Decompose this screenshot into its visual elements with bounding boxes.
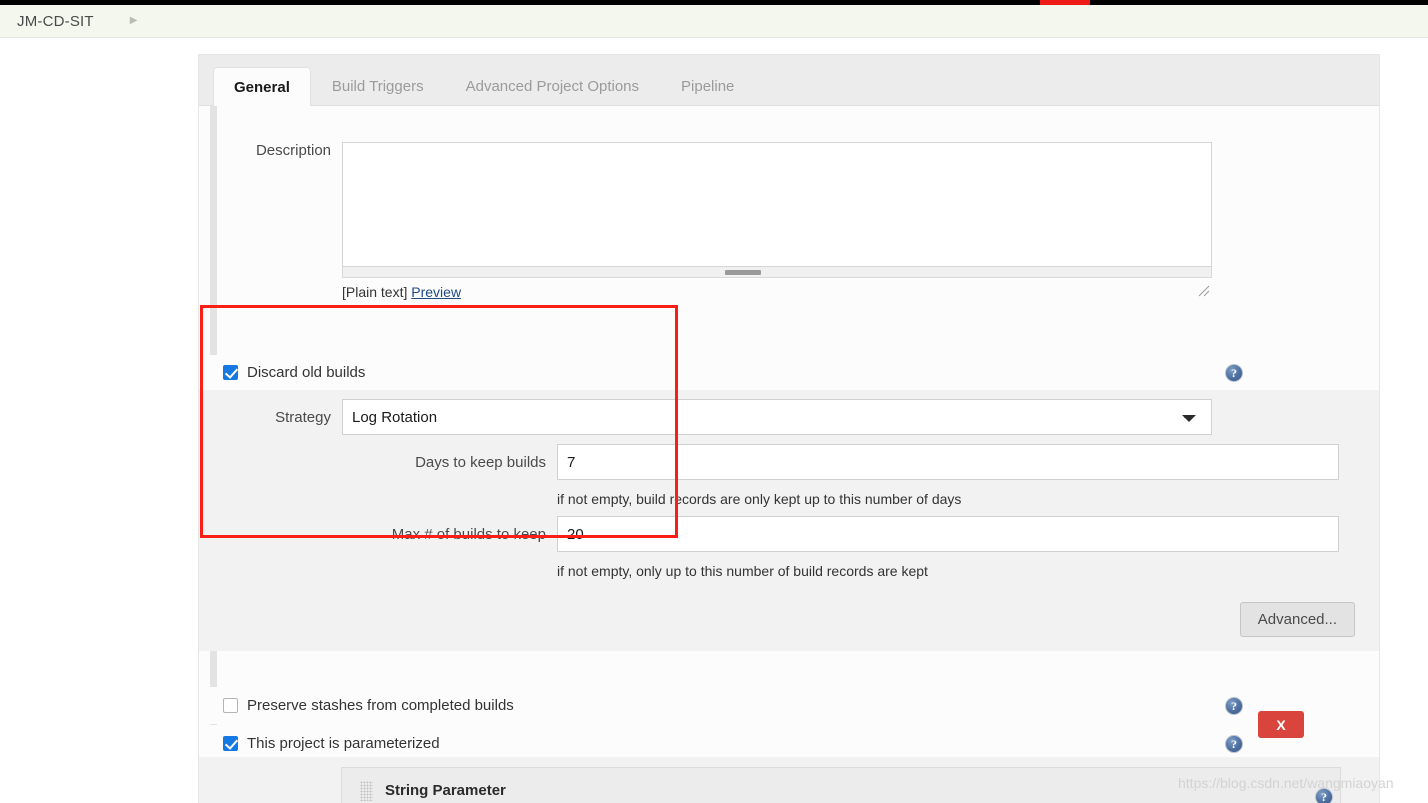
advanced-button-row: Advanced... (199, 579, 1379, 637)
discard-old-builds-checkbox[interactable] (223, 365, 238, 380)
scrollbar-thumb[interactable] (724, 270, 761, 275)
preserve-stashes-checkbox[interactable] (223, 698, 238, 713)
parameterized-help-icon[interactable]: ? (1225, 734, 1243, 753)
config-tab-bar: General Build Triggers Advanced Project … (199, 55, 1379, 106)
caret-right-icon[interactable]: ▶ (130, 16, 138, 26)
max-builds-to-keep-input[interactable] (557, 516, 1339, 552)
tab-build-triggers-label: Build Triggers (331, 78, 424, 95)
description-meta: [Plain text] Preview (342, 284, 1212, 300)
discard-old-builds-help-icon[interactable]: ? (1225, 363, 1243, 382)
days-to-keep-input[interactable] (557, 444, 1339, 480)
discard-old-builds-header: Discard old builds ? (199, 355, 1379, 390)
tab-build-triggers[interactable]: Build Triggers (311, 67, 445, 105)
description-input[interactable] (342, 142, 1212, 267)
config-form: Description [Plain text] Preview Discard… (199, 106, 1379, 803)
days-to-keep-row: Days to keep builds (199, 435, 1379, 480)
string-parameter-help-icon[interactable]: ? (1315, 788, 1333, 803)
description-horizontal-scrollbar[interactable] (342, 267, 1212, 278)
preserve-stashes-row: Preserve stashes from completed builds ? (199, 687, 1379, 724)
tab-general-label: General (234, 78, 290, 96)
parameters-container: String Parameter Name ? ? (199, 757, 1379, 803)
project-config-panel: General Build Triggers Advanced Project … (198, 54, 1380, 803)
string-parameter-header: String Parameter (342, 768, 1340, 803)
days-to-keep-hint: if not empty, build records are only kep… (557, 491, 962, 507)
advanced-button[interactable]: Advanced... (1239, 602, 1355, 637)
strategy-select[interactable]: Log Rotation (342, 399, 1212, 435)
discard-old-builds-section: Discard old builds ? Strategy Log Rotati… (199, 355, 1379, 651)
description-field-group: [Plain text] Preview (342, 142, 1212, 300)
days-to-keep-label: Days to keep builds (415, 453, 546, 471)
tab-pipeline[interactable]: Pipeline (660, 67, 755, 105)
tab-advanced-project-options-label: Advanced Project Options (465, 78, 640, 95)
description-preview-link[interactable]: Preview (411, 284, 461, 300)
preserve-stashes-label: Preserve stashes from completed builds (247, 697, 514, 714)
parameterized-checkbox[interactable] (223, 736, 238, 751)
string-parameter-panel: String Parameter Name (341, 767, 1341, 803)
tab-pipeline-label: Pipeline (681, 78, 735, 95)
tab-advanced-project-options[interactable]: Advanced Project Options (445, 67, 660, 105)
string-parameter-title: String Parameter (385, 782, 506, 799)
description-row: Description [Plain text] Preview (199, 142, 1379, 300)
delete-parameter-button[interactable]: X (1258, 711, 1304, 738)
tab-general[interactable]: General (213, 67, 311, 106)
discard-old-builds-label: Discard old builds (247, 364, 366, 381)
drag-handle-icon[interactable] (360, 780, 373, 801)
breadcrumb: JM-CD-SIT ▶ (0, 5, 1428, 38)
max-builds-to-keep-label: Max # of builds to keep (391, 525, 546, 543)
max-builds-to-keep-hint: if not empty, only up to this number of … (557, 563, 928, 579)
strategy-row: Strategy Log Rotation (199, 390, 1379, 435)
preserve-stashes-help-icon[interactable]: ? (1225, 696, 1243, 715)
description-label: Description (255, 142, 331, 159)
discard-old-builds-body: Strategy Log Rotation Days to keep build… (199, 390, 1379, 651)
parameterized-label: This project is parameterized (247, 735, 440, 752)
strategy-label: Strategy (275, 408, 331, 426)
max-builds-to-keep-row: Max # of builds to keep (199, 507, 1379, 552)
breadcrumb-item-project[interactable]: JM-CD-SIT (17, 13, 94, 30)
description-markup-type: [Plain text] (342, 284, 408, 300)
